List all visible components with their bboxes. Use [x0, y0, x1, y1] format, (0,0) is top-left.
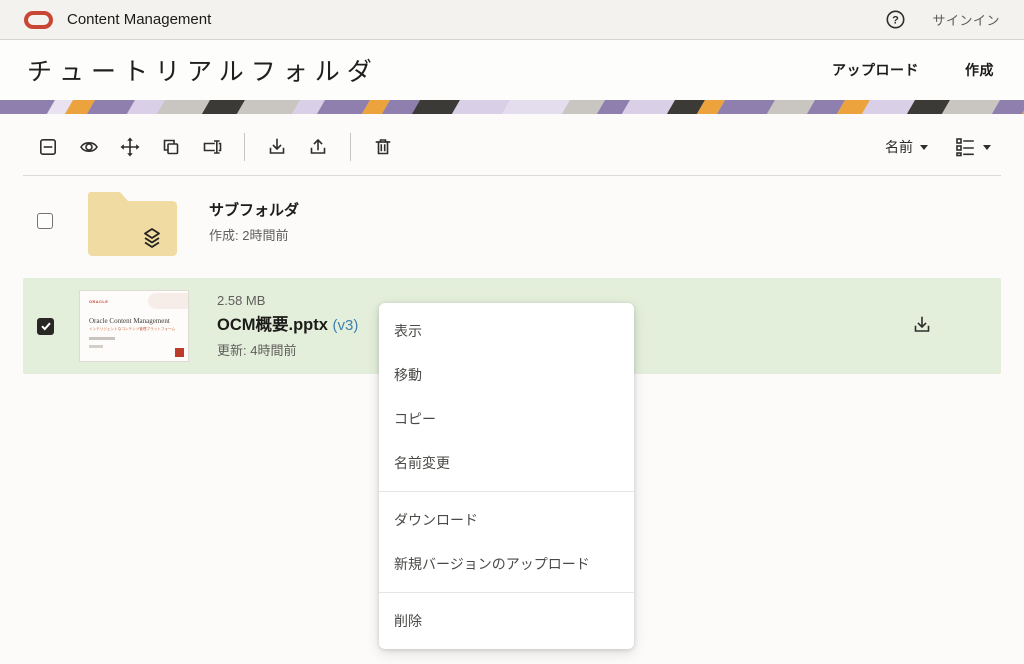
- folder-name[interactable]: サブフォルダ: [209, 199, 299, 220]
- context-menu-group: 表示 移動 コピー 名前変更: [379, 303, 634, 491]
- thumbnail-title: Oracle Content Management: [89, 317, 170, 325]
- thumbnail-brand: ORACLE: [89, 299, 108, 304]
- toolbar-icon-group: [37, 133, 394, 161]
- upload-button-toolbar[interactable]: [307, 136, 329, 158]
- view-icon: [79, 137, 99, 157]
- view-button[interactable]: [78, 136, 100, 158]
- banner-pattern: [0, 100, 1024, 114]
- page-actions: アップロード 作成: [832, 60, 994, 80]
- upload-button[interactable]: アップロード: [832, 60, 919, 80]
- menu-item-delete[interactable]: 削除: [379, 599, 634, 643]
- top-bar-actions: ? サインイン: [885, 9, 1000, 30]
- select-none-icon: [38, 137, 58, 157]
- page-header: チュートリアルフォルダ アップロード 作成: [0, 40, 1024, 100]
- thumbnail-logo-mark: [175, 348, 184, 357]
- download-icon: [267, 137, 287, 157]
- folder-icon[interactable]: [84, 185, 181, 257]
- file-version-badge[interactable]: (v3): [333, 317, 359, 334]
- rename-button[interactable]: [201, 136, 223, 158]
- top-bar: Content Management ? サインイン: [0, 0, 1024, 40]
- sort-label: 名前: [885, 137, 913, 157]
- upload-icon: [308, 137, 328, 157]
- menu-item-move[interactable]: 移動: [379, 353, 634, 397]
- thumbnail-subtitle: インテリジェントなコンテンツ管理プラットフォーム: [89, 327, 175, 332]
- toolbar-separator: [244, 133, 245, 161]
- view-switcher-dropdown[interactable]: [954, 136, 991, 158]
- copy-icon: [161, 137, 181, 157]
- copy-button[interactable]: [160, 136, 182, 158]
- help-icon[interactable]: ?: [885, 9, 906, 30]
- context-menu-group: ダウンロード 新規バージョンのアップロード: [379, 491, 634, 592]
- download-icon: [912, 315, 932, 335]
- thumbnail-cloud-decoration: [148, 293, 189, 309]
- list-view-icon: [954, 136, 976, 158]
- list-item-folder[interactable]: サブフォルダ 作成: 2時間前: [23, 176, 1001, 266]
- svg-text:?: ?: [893, 14, 900, 26]
- toolbar-right: 名前: [885, 136, 991, 158]
- app-title: Content Management: [67, 11, 211, 28]
- thumbnail-text-bar: [89, 345, 103, 348]
- move-icon: [120, 137, 140, 157]
- oracle-logo-icon: [24, 11, 53, 29]
- context-menu: 表示 移動 コピー 名前変更 ダウンロード 新規バージョンのアップロード 削除: [379, 303, 634, 649]
- menu-item-copy[interactable]: コピー: [379, 397, 634, 441]
- menu-item-rename[interactable]: 名前変更: [379, 441, 634, 485]
- download-button[interactable]: [266, 136, 288, 158]
- file-info: 2.58 MB OCM概要.pptx (v3) 更新: 4時間前: [217, 293, 358, 359]
- page-title: チュートリアルフォルダ: [27, 52, 379, 88]
- rename-icon: [202, 137, 222, 157]
- file-row-checkbox[interactable]: [37, 318, 54, 335]
- folder-meta: 作成: 2時間前: [209, 225, 299, 244]
- select-none-button[interactable]: [37, 136, 59, 158]
- context-menu-group: 削除: [379, 592, 634, 649]
- row-download-button[interactable]: [911, 315, 933, 337]
- folder-row-checkbox[interactable]: [37, 213, 53, 229]
- toolbar-separator: [350, 133, 351, 161]
- create-button[interactable]: 作成: [965, 60, 994, 80]
- menu-item-view[interactable]: 表示: [379, 309, 634, 353]
- file-name[interactable]: OCM概要.pptx (v3): [217, 311, 358, 335]
- sign-in-link[interactable]: サインイン: [932, 10, 1000, 29]
- file-size: 2.58 MB: [217, 293, 358, 308]
- sort-dropdown[interactable]: 名前: [885, 137, 928, 157]
- menu-item-upload-new-version[interactable]: 新規バージョンのアップロード: [379, 542, 634, 586]
- file-thumbnail[interactable]: ORACLE Oracle Content Management インテリジェン…: [79, 290, 189, 362]
- chevron-down-icon: [983, 145, 991, 150]
- check-icon: [40, 320, 52, 332]
- move-button[interactable]: [119, 136, 141, 158]
- items-toolbar: 名前: [0, 114, 1024, 172]
- file-meta: 更新: 4時間前: [217, 340, 358, 359]
- content-management-app: Content Management ? サインイン チュートリアルフォルダ ア…: [0, 0, 1024, 664]
- folder-info: サブフォルダ 作成: 2時間前: [209, 199, 299, 244]
- menu-item-download[interactable]: ダウンロード: [379, 498, 634, 542]
- delete-button[interactable]: [372, 136, 394, 158]
- thumbnail-text-bar: [89, 337, 115, 340]
- chevron-down-icon: [920, 145, 928, 150]
- delete-icon: [373, 137, 393, 157]
